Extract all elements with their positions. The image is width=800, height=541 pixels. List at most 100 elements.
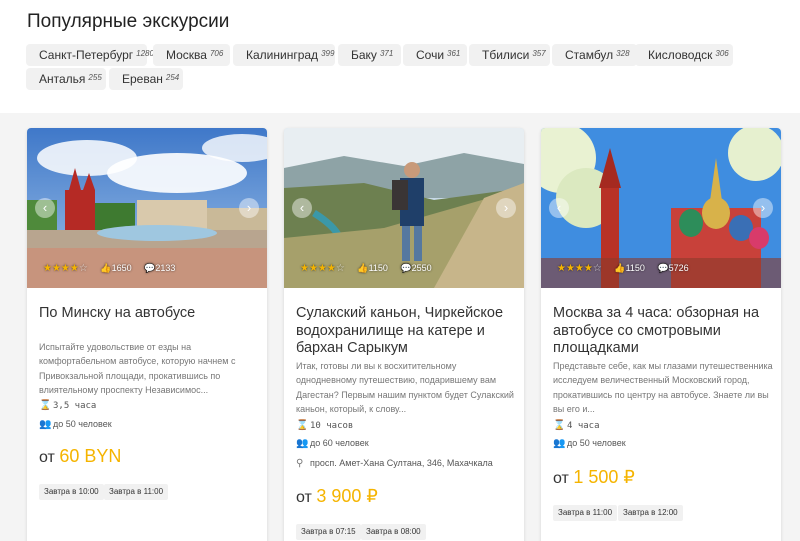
city-chip-tbilisi[interactable]: Тбилиси 357 <box>469 44 550 66</box>
tour-stats: ★★★★☆ 👍1150 💬2550 <box>300 263 432 274</box>
city-count: 328 <box>616 49 630 58</box>
chevron-left-icon[interactable]: ‹ <box>292 198 312 218</box>
city-count: 306 <box>715 49 729 58</box>
hourglass-icon: ⌛ <box>39 400 52 411</box>
chevron-left-icon[interactable]: ‹ <box>35 198 55 218</box>
city-chip-kaliningrad[interactable]: Калининград 399 <box>233 44 335 66</box>
chevron-left-icon[interactable]: ‹ <box>549 198 569 218</box>
people-icon: 👥 <box>296 438 309 449</box>
address-value: просп. Амет-Хана Султана, 346, Махачкала <box>310 458 493 468</box>
city-chip-istanbul[interactable]: Стамбул 328 <box>552 44 637 66</box>
chevron-right-icon[interactable]: › <box>753 198 773 218</box>
thumb-up-icon: 👍 <box>614 263 626 273</box>
duration-value: 4 часа <box>567 421 600 431</box>
thumb-up-icon: 👍 <box>100 263 112 273</box>
tour-description: Представьте себе, как мы глазами путешес… <box>553 361 773 414</box>
tour-title[interactable]: Сулакский каньон, Чиркейское водохранили… <box>296 305 518 358</box>
city-count: 255 <box>88 73 102 82</box>
address-row: ⚲ просп. Амет-Хана Султана, 346, Махачкал… <box>296 458 493 469</box>
city-name: Анталья <box>39 72 86 86</box>
city-chip-moscow[interactable]: Москва 706 <box>153 44 230 66</box>
group-value: до 60 человек <box>310 438 369 448</box>
rating-stars: ★★★★☆ <box>300 263 345 274</box>
tour-price: от 1 500 ₽ <box>553 467 635 488</box>
city-name: Тбилиси <box>482 48 530 62</box>
price-prefix: от <box>553 470 569 487</box>
chat-icon: 💬 <box>400 263 412 273</box>
city-name: Стамбул <box>565 48 614 62</box>
city-chip-antalya[interactable]: Анталья 255 <box>26 68 106 90</box>
likes-count: 1150 <box>625 263 645 273</box>
city-name: Баку <box>351 48 377 62</box>
likes-count: 1650 <box>111 263 132 273</box>
city-count: 399 <box>321 49 335 58</box>
city-count: 1280 <box>136 49 154 58</box>
duration-row: ⌛ 3,5 часа <box>39 400 96 411</box>
tour-photo-moscow[interactable]: ‹ › ★★★★☆ 👍1150 💬5726 <box>541 128 781 288</box>
city-count: 371 <box>379 49 394 58</box>
time-slot[interactable]: Завтра в 11:00 <box>104 484 169 500</box>
tour-description: Итак, готовы ли вы к восхитительному одн… <box>296 361 514 414</box>
group-value: до 50 человек <box>567 438 626 448</box>
location-pin-icon: ⚲ <box>296 458 304 469</box>
page-title: Популярные экскурсии <box>27 11 230 32</box>
city-count: 361 <box>447 49 461 58</box>
tour-card-moscow[interactable]: ‹ › ★★★★☆ 👍1150 💬5726 Москва за 4 часа: … <box>541 128 781 541</box>
tour-title[interactable]: По Минску на автобусе <box>39 305 261 323</box>
price-amount: 3 900 ₽ <box>316 486 378 506</box>
city-chip-spb[interactable]: Санкт-Петербург 1280 <box>26 44 154 66</box>
city-name: Санкт-Петербург <box>39 48 134 62</box>
city-chip-baku[interactable]: Баку 371 <box>338 44 401 66</box>
price-amount: 1 500 ₽ <box>573 467 635 487</box>
reviews-count: 2133 <box>155 263 176 273</box>
city-name: Москва <box>166 48 207 62</box>
thumb-up-icon: 👍 <box>357 263 369 273</box>
tour-title[interactable]: Москва за 4 часа: обзорная на автобусе с… <box>553 305 775 358</box>
hourglass-icon: ⌛ <box>296 420 309 431</box>
group-row: 👥 до 60 человек <box>296 438 369 449</box>
tour-photo-minsk[interactable]: ‹ › ★★★★☆ 👍1650 💬2133 <box>27 128 267 288</box>
tour-photo-sulak[interactable]: ‹ › ★★★★☆ 👍1150 💬2550 <box>284 128 524 288</box>
tour-price: от 60 BYN <box>39 446 121 467</box>
rating-stars: ★★★★☆ <box>557 263 602 274</box>
time-slot[interactable]: Завтра в 10:00 <box>39 484 104 500</box>
duration-row: ⌛ 10 часов <box>296 420 353 431</box>
price-prefix: от <box>296 489 312 506</box>
reviews-count: 5726 <box>668 263 689 273</box>
hourglass-icon: ⌛ <box>553 420 566 431</box>
price-prefix: от <box>39 449 55 466</box>
tour-stats: ★★★★☆ 👍1150 💬5726 <box>557 263 689 274</box>
tour-stats: ★★★★☆ 👍1650 💬2133 <box>43 263 175 274</box>
city-chip-yerevan[interactable]: Ереван 254 <box>109 68 183 90</box>
city-name: Кисловодск <box>648 48 713 62</box>
likes-count: 1150 <box>368 263 388 273</box>
reviews-count: 2550 <box>411 263 432 273</box>
city-chip-kislovodsk[interactable]: Кисловодск 306 <box>635 44 733 66</box>
chevron-right-icon[interactable]: › <box>496 198 516 218</box>
rating-stars: ★★★★☆ <box>43 263 88 274</box>
tour-card-sulak[interactable]: ‹ › ★★★★☆ 👍1150 💬2550 Сулакский каньон, … <box>284 128 524 541</box>
people-icon: 👥 <box>553 438 566 449</box>
city-count: 357 <box>532 49 546 58</box>
time-slot[interactable]: Завтра в 12:00 <box>618 505 683 521</box>
time-slot[interactable]: Завтра в 08:00 <box>361 524 426 540</box>
city-name: Сочи <box>416 48 445 62</box>
tour-description: Испытайте удовольствие от езды на комфор… <box>39 342 236 395</box>
time-slot[interactable]: Завтра в 07:15 <box>296 524 361 540</box>
group-value: до 50 человек <box>53 419 112 429</box>
city-name: Калининград <box>246 48 319 62</box>
city-count: 254 <box>165 73 180 82</box>
chat-icon: 💬 <box>657 263 669 273</box>
city-chip-sochi[interactable]: Сочи 361 <box>403 44 467 66</box>
tour-card-minsk[interactable]: ‹ › ★★★★☆ 👍1650 💬2133 По Минску на автоб… <box>27 128 267 541</box>
city-count: 706 <box>209 49 224 58</box>
people-icon: 👥 <box>39 419 52 430</box>
chevron-right-icon[interactable]: › <box>239 198 259 218</box>
chat-icon: 💬 <box>144 263 156 273</box>
duration-row: ⌛ 4 часа <box>553 420 600 431</box>
header-section: Популярные экскурсии Санкт-Петербург 1280… <box>0 0 800 113</box>
duration-value: 3,5 часа <box>53 401 97 411</box>
duration-value: 10 часов <box>310 421 354 431</box>
tour-price: от 3 900 ₽ <box>296 486 378 507</box>
time-slot[interactable]: Завтра в 11:00 <box>553 505 618 521</box>
